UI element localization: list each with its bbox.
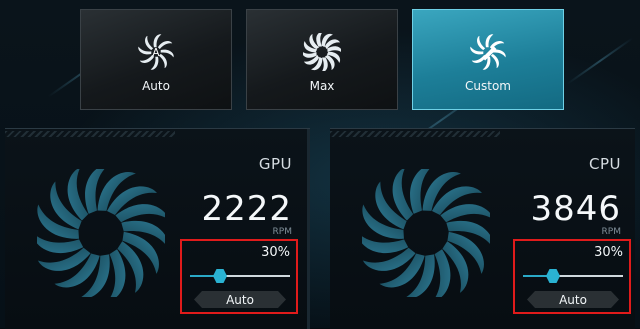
cpu-slider-thumb[interactable] [546,269,560,283]
gpu-rpm-unit: RPM [272,227,292,237]
gpu-fan-slider[interactable] [190,269,290,283]
fan-custom-icon [469,32,507,71]
gpu-panel: GPU 2222 RPM 30% Auto [5,128,310,329]
cpu-auto-button[interactable]: Auto [527,291,619,308]
mode-custom-button[interactable]: Custom [412,9,564,110]
mode-custom-label: Custom [465,78,511,93]
cpu-panel: CPU 3846 RPM 30% Auto [330,128,635,329]
gpu-fan-icon [37,169,165,297]
gpu-rpm-value: 2222 [201,189,292,229]
cpu-control-box: 30% Auto [513,239,631,314]
cpu-fan-slider[interactable] [523,269,623,283]
cpu-rpm-unit: RPM [601,227,621,237]
cpu-title: CPU [589,155,621,173]
mode-max-button[interactable]: Max [246,9,398,110]
gpu-percent: 30% [261,245,290,260]
mode-max-label: Max [309,78,335,93]
gpu-slider-thumb[interactable] [213,269,227,283]
fan-max-icon [303,32,341,71]
mode-auto-label: Auto [142,78,170,93]
gpu-auto-button[interactable]: Auto [194,291,286,308]
cpu-fan-icon [362,169,490,297]
cpu-percent: 30% [594,245,623,260]
svg-text:A: A [152,46,160,58]
cpu-rpm-value: 3846 [530,189,621,229]
fan-auto-icon: A [137,32,175,71]
gpu-control-box: 30% Auto [180,239,298,314]
mode-auto-button[interactable]: A Auto [80,9,232,110]
gpu-title: GPU [258,155,292,173]
